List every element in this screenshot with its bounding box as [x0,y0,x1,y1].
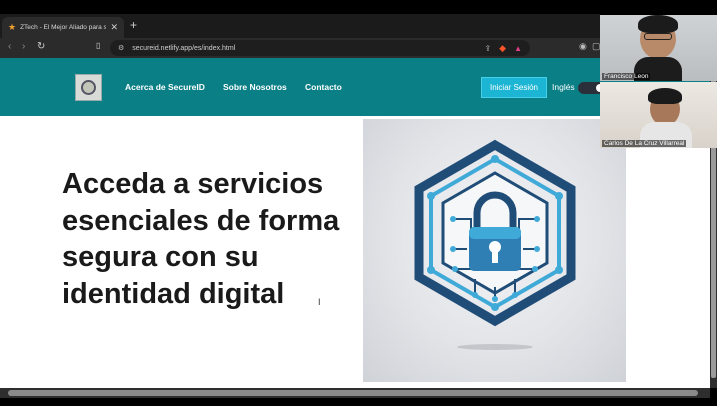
language-label: Inglés [552,82,575,92]
browser-toolbar: ‹ › ↻ ▯ ⚙ secureid.netlify.app/es/index.… [0,38,601,58]
horizontal-scrollbar[interactable] [0,388,710,398]
glasses-icon [644,33,672,40]
participant-name: Carlos De La Cruz Villarreal [602,140,687,147]
close-icon[interactable]: ✕ [110,22,118,33]
url-text[interactable]: secureid.netlify.app/es/index.html [132,45,476,52]
reload-icon[interactable]: ↻ [37,41,45,52]
forward-icon[interactable]: › [22,41,25,52]
site-logo[interactable] [75,74,102,101]
back-icon[interactable]: ‹ [8,41,11,52]
text-cursor-icon: I [318,297,321,307]
hero-image [363,119,626,382]
participant-hair [638,15,678,33]
login-button[interactable]: Iniciar Sesión [481,77,547,98]
camera-icon[interactable]: ◉ [579,41,587,52]
hero-title: Acceda a servicios esenciales de forma s… [62,168,340,310]
tab-title: ZTech - El Mejor Aliado para su [20,24,107,31]
nav-link-about-secureid[interactable]: Acerca de SecureID [125,82,205,92]
brave-shield-icon[interactable]: ◆ [499,43,506,54]
bookmark-icon[interactable]: ▯ [96,41,100,50]
nav-link-about-us[interactable]: Sobre Nosotros [223,82,287,92]
share-icon[interactable]: ⇪ [484,44,491,53]
rewards-icon[interactable]: ▲ [514,44,522,53]
video-tile-participant-1: Francisco Leon [600,15,717,81]
participant-name: Francisco Leon [602,73,651,80]
horizontal-scroll-thumb[interactable] [8,390,698,396]
browser-tabstrip: ★ ZTech - El Mejor Aliado para su ✕ + [0,14,600,38]
seal-icon [81,80,96,95]
padlock-circuit-icon [414,139,576,350]
star-icon: ★ [8,22,17,32]
browser-tab[interactable]: ★ ZTech - El Mejor Aliado para su ✕ [2,17,124,38]
nav-link-contact[interactable]: Contacto [305,82,342,92]
site-info-icon[interactable]: ⚙ [118,44,124,52]
video-tile-participant-2: Carlos De La Cruz Villarreal [600,82,717,148]
screen: ★ ZTech - El Mejor Aliado para su ✕ + ‹ … [0,0,717,406]
participant-hair [648,88,682,104]
new-tab-button[interactable]: + [130,18,137,32]
address-bar[interactable]: ⚙ secureid.netlify.app/es/index.html ⇪ ◆… [110,40,530,56]
